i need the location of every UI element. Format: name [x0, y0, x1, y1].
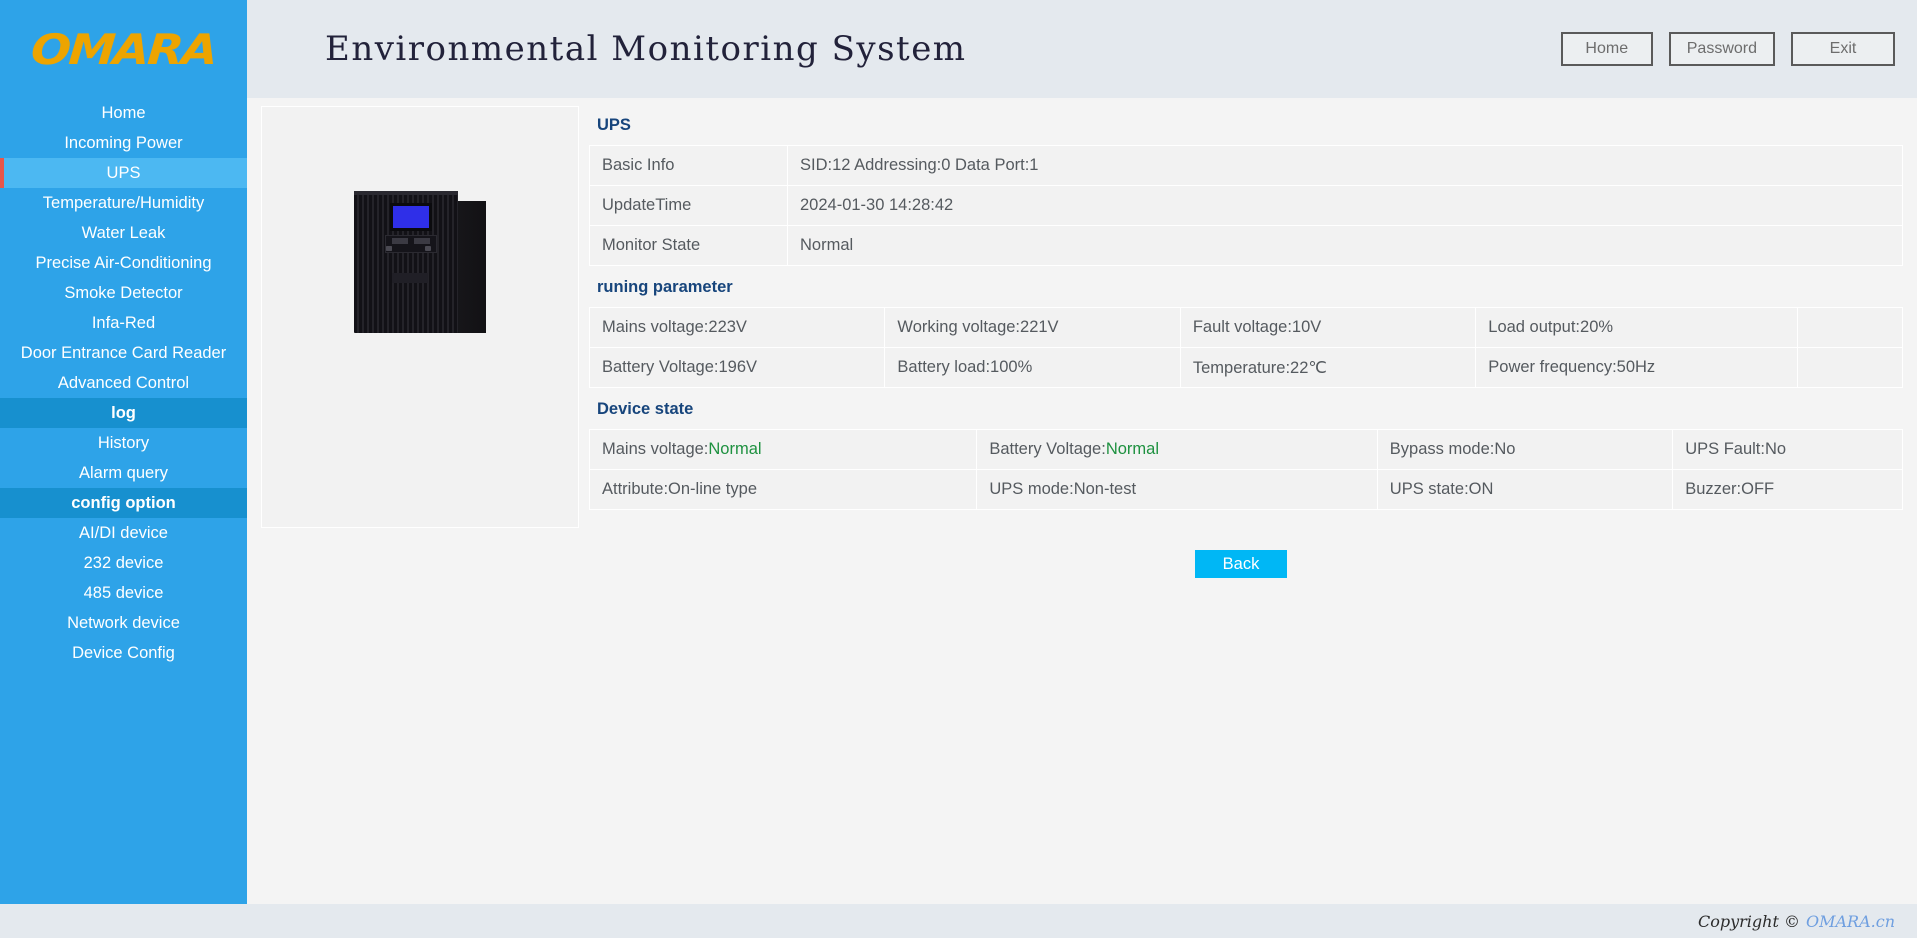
battery-voltage-cell: Battery Voltage:196V	[590, 348, 885, 388]
ups-info-column: UPS Basic Info SID:12 Addressing:0 Data …	[579, 106, 1903, 510]
sidebar-item-alarm-query[interactable]: Alarm query	[0, 458, 247, 488]
device-state-title: Device state	[589, 388, 1903, 429]
working-voltage-cell: Working voltage:221V	[885, 308, 1180, 348]
ups-fault-cell: UPS Fault:No	[1673, 430, 1903, 470]
sidebar-item-water-leak[interactable]: Water Leak	[0, 218, 247, 248]
battery-voltage-state-value: Normal	[1106, 440, 1159, 458]
fault-voltage-cell: Fault voltage:10V	[1180, 308, 1475, 348]
main-content: UPS Basic Info SID:12 Addressing:0 Data …	[247, 98, 1917, 904]
ups-side-panel	[456, 201, 486, 333]
battery-load-cell: Battery load:100%	[885, 348, 1180, 388]
device-state-table: Mains voltage:Normal Battery Voltage:Nor…	[589, 429, 1903, 510]
running-spacer-cell	[1797, 348, 1902, 388]
monitor-state-label: Monitor State	[590, 226, 788, 266]
table-row: Attribute:On-line type UPS mode:Non-test…	[590, 470, 1903, 510]
page-title: Environmental Monitoring System	[325, 29, 967, 69]
logo-container[interactable]: OMARA	[0, 0, 247, 98]
sidebar-item-ups[interactable]: UPS	[0, 158, 247, 188]
sidebar-item-door-entrance-card-reader[interactable]: Door Entrance Card Reader	[0, 338, 247, 368]
sidebar-item-device-config[interactable]: Device Config	[0, 638, 247, 668]
temperature-cell: Temperature:22℃	[1180, 348, 1475, 388]
running-parameter-title: runing parameter	[589, 266, 1903, 307]
sidebar-item-smoke-detector[interactable]: Smoke Detector	[0, 278, 247, 308]
sidebar-item-temperature-humidity[interactable]: Temperature/Humidity	[0, 188, 247, 218]
exit-button[interactable]: Exit	[1791, 32, 1895, 66]
running-spacer-cell	[1797, 308, 1902, 348]
basic-info-value: SID:12 Addressing:0 Data Port:1	[788, 146, 1903, 186]
sidebar-section-log: log	[0, 398, 247, 428]
ups-lcd-screen	[390, 203, 432, 231]
omara-logo: OMARA	[29, 25, 217, 74]
ups-section-title: UPS	[589, 106, 1903, 145]
copyright-text: Copyright ©	[1698, 912, 1800, 931]
table-row: Mains voltage:223V Working voltage:221V …	[590, 308, 1903, 348]
ups-state-cell: UPS state:ON	[1377, 470, 1672, 510]
table-row: Basic Info SID:12 Addressing:0 Data Port…	[590, 146, 1903, 186]
header-title-container: Environmental Monitoring System	[247, 0, 1561, 98]
sidebar-item-infa-red[interactable]: Infa-Red	[0, 308, 247, 338]
battery-voltage-state-cell: Battery Voltage:Normal	[977, 430, 1377, 470]
bypass-mode-cell: Bypass mode:No	[1377, 430, 1672, 470]
ups-button-bar	[385, 235, 437, 253]
attribute-cell: Attribute:On-line type	[590, 470, 977, 510]
update-time-label: UpdateTime	[590, 186, 788, 226]
update-time-value: 2024-01-30 14:28:42	[788, 186, 1903, 226]
password-button[interactable]: Password	[1669, 32, 1775, 66]
sidebar-item-incoming-power[interactable]: Incoming Power	[0, 128, 247, 158]
sidebar-item-232-device[interactable]: 232 device	[0, 548, 247, 578]
sidebar-section-config-option: config option	[0, 488, 247, 518]
app-footer: Copyright © OMARA.cn	[0, 904, 1917, 938]
ups-detail-panel: UPS Basic Info SID:12 Addressing:0 Data …	[261, 106, 1903, 528]
ups-badge	[392, 273, 428, 283]
basic-info-label: Basic Info	[590, 146, 788, 186]
buzzer-cell: Buzzer:OFF	[1673, 470, 1903, 510]
sidebar-item-advanced-control[interactable]: Advanced Control	[0, 368, 247, 398]
battery-voltage-state-label: Battery Voltage:	[989, 440, 1106, 458]
power-frequency-cell: Power frequency:50Hz	[1476, 348, 1798, 388]
body-container: Home Incoming Power UPS Temperature/Humi…	[0, 98, 1917, 904]
ups-tower-icon	[354, 191, 486, 343]
app-root: OMARA Environmental Monitoring System Ho…	[0, 0, 1917, 938]
table-row: Battery Voltage:196V Battery load:100% T…	[590, 348, 1903, 388]
back-button[interactable]: Back	[1195, 550, 1287, 578]
sidebar-item-ai-di-device[interactable]: AI/DI device	[0, 518, 247, 548]
load-output-cell: Load output:20%	[1476, 308, 1798, 348]
back-button-row: Back	[579, 528, 1903, 578]
mains-voltage-state-value: Normal	[708, 440, 761, 458]
mains-voltage-state-label: Mains voltage:	[602, 440, 708, 458]
table-row: Monitor State Normal	[590, 226, 1903, 266]
home-button[interactable]: Home	[1561, 32, 1653, 66]
sidebar-item-home[interactable]: Home	[0, 98, 247, 128]
sidebar-nav: Home Incoming Power UPS Temperature/Humi…	[0, 98, 247, 904]
table-row: Mains voltage:Normal Battery Voltage:Nor…	[590, 430, 1903, 470]
header-button-group: Home Password Exit	[1561, 0, 1917, 98]
sidebar-item-network-device[interactable]: Network device	[0, 608, 247, 638]
sidebar-item-precise-air-conditioning[interactable]: Precise Air-Conditioning	[0, 248, 247, 278]
ups-mode-cell: UPS mode:Non-test	[977, 470, 1377, 510]
sidebar-item-485-device[interactable]: 485 device	[0, 578, 247, 608]
omara-website-link[interactable]: OMARA.cn	[1806, 912, 1895, 931]
sidebar-item-history[interactable]: History	[0, 428, 247, 458]
app-header: OMARA Environmental Monitoring System Ho…	[0, 0, 1917, 98]
device-image-cell	[261, 106, 579, 528]
monitor-state-value: Normal	[788, 226, 1903, 266]
ups-basic-table: Basic Info SID:12 Addressing:0 Data Port…	[589, 145, 1903, 266]
mains-voltage-cell: Mains voltage:223V	[590, 308, 885, 348]
running-parameter-table: Mains voltage:223V Working voltage:221V …	[589, 307, 1903, 388]
table-row: UpdateTime 2024-01-30 14:28:42	[590, 186, 1903, 226]
mains-voltage-state-cell: Mains voltage:Normal	[590, 430, 977, 470]
